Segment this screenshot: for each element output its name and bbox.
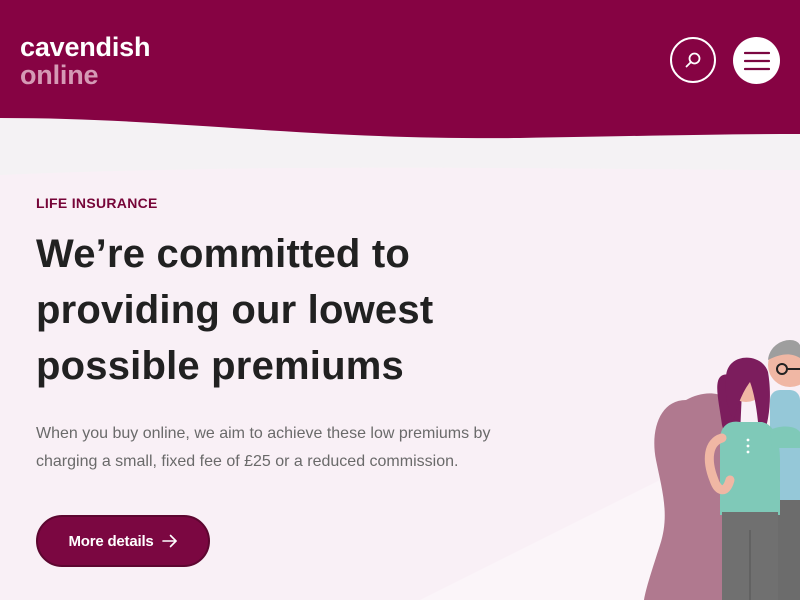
menu-button[interactable] [733, 37, 780, 84]
more-details-button[interactable]: More details [36, 515, 210, 567]
hero-description: When you buy online, we aim to achieve t… [36, 425, 491, 470]
arrow-right-icon [161, 534, 177, 548]
hamburger-icon [743, 51, 770, 70]
page-headline: We’re committed to providing our lowest … [36, 232, 434, 388]
search-button[interactable] [670, 37, 716, 83]
logo-line-2: online [20, 60, 99, 90]
logo-line-1: cavendish [20, 32, 151, 62]
category-label: LIFE INSURANCE [36, 195, 158, 211]
more-details-label: More details [68, 532, 154, 550]
couple-illustration [644, 340, 800, 600]
cavendish-online-logo[interactable]: cavendish online [20, 30, 190, 90]
search-icon [685, 52, 701, 68]
